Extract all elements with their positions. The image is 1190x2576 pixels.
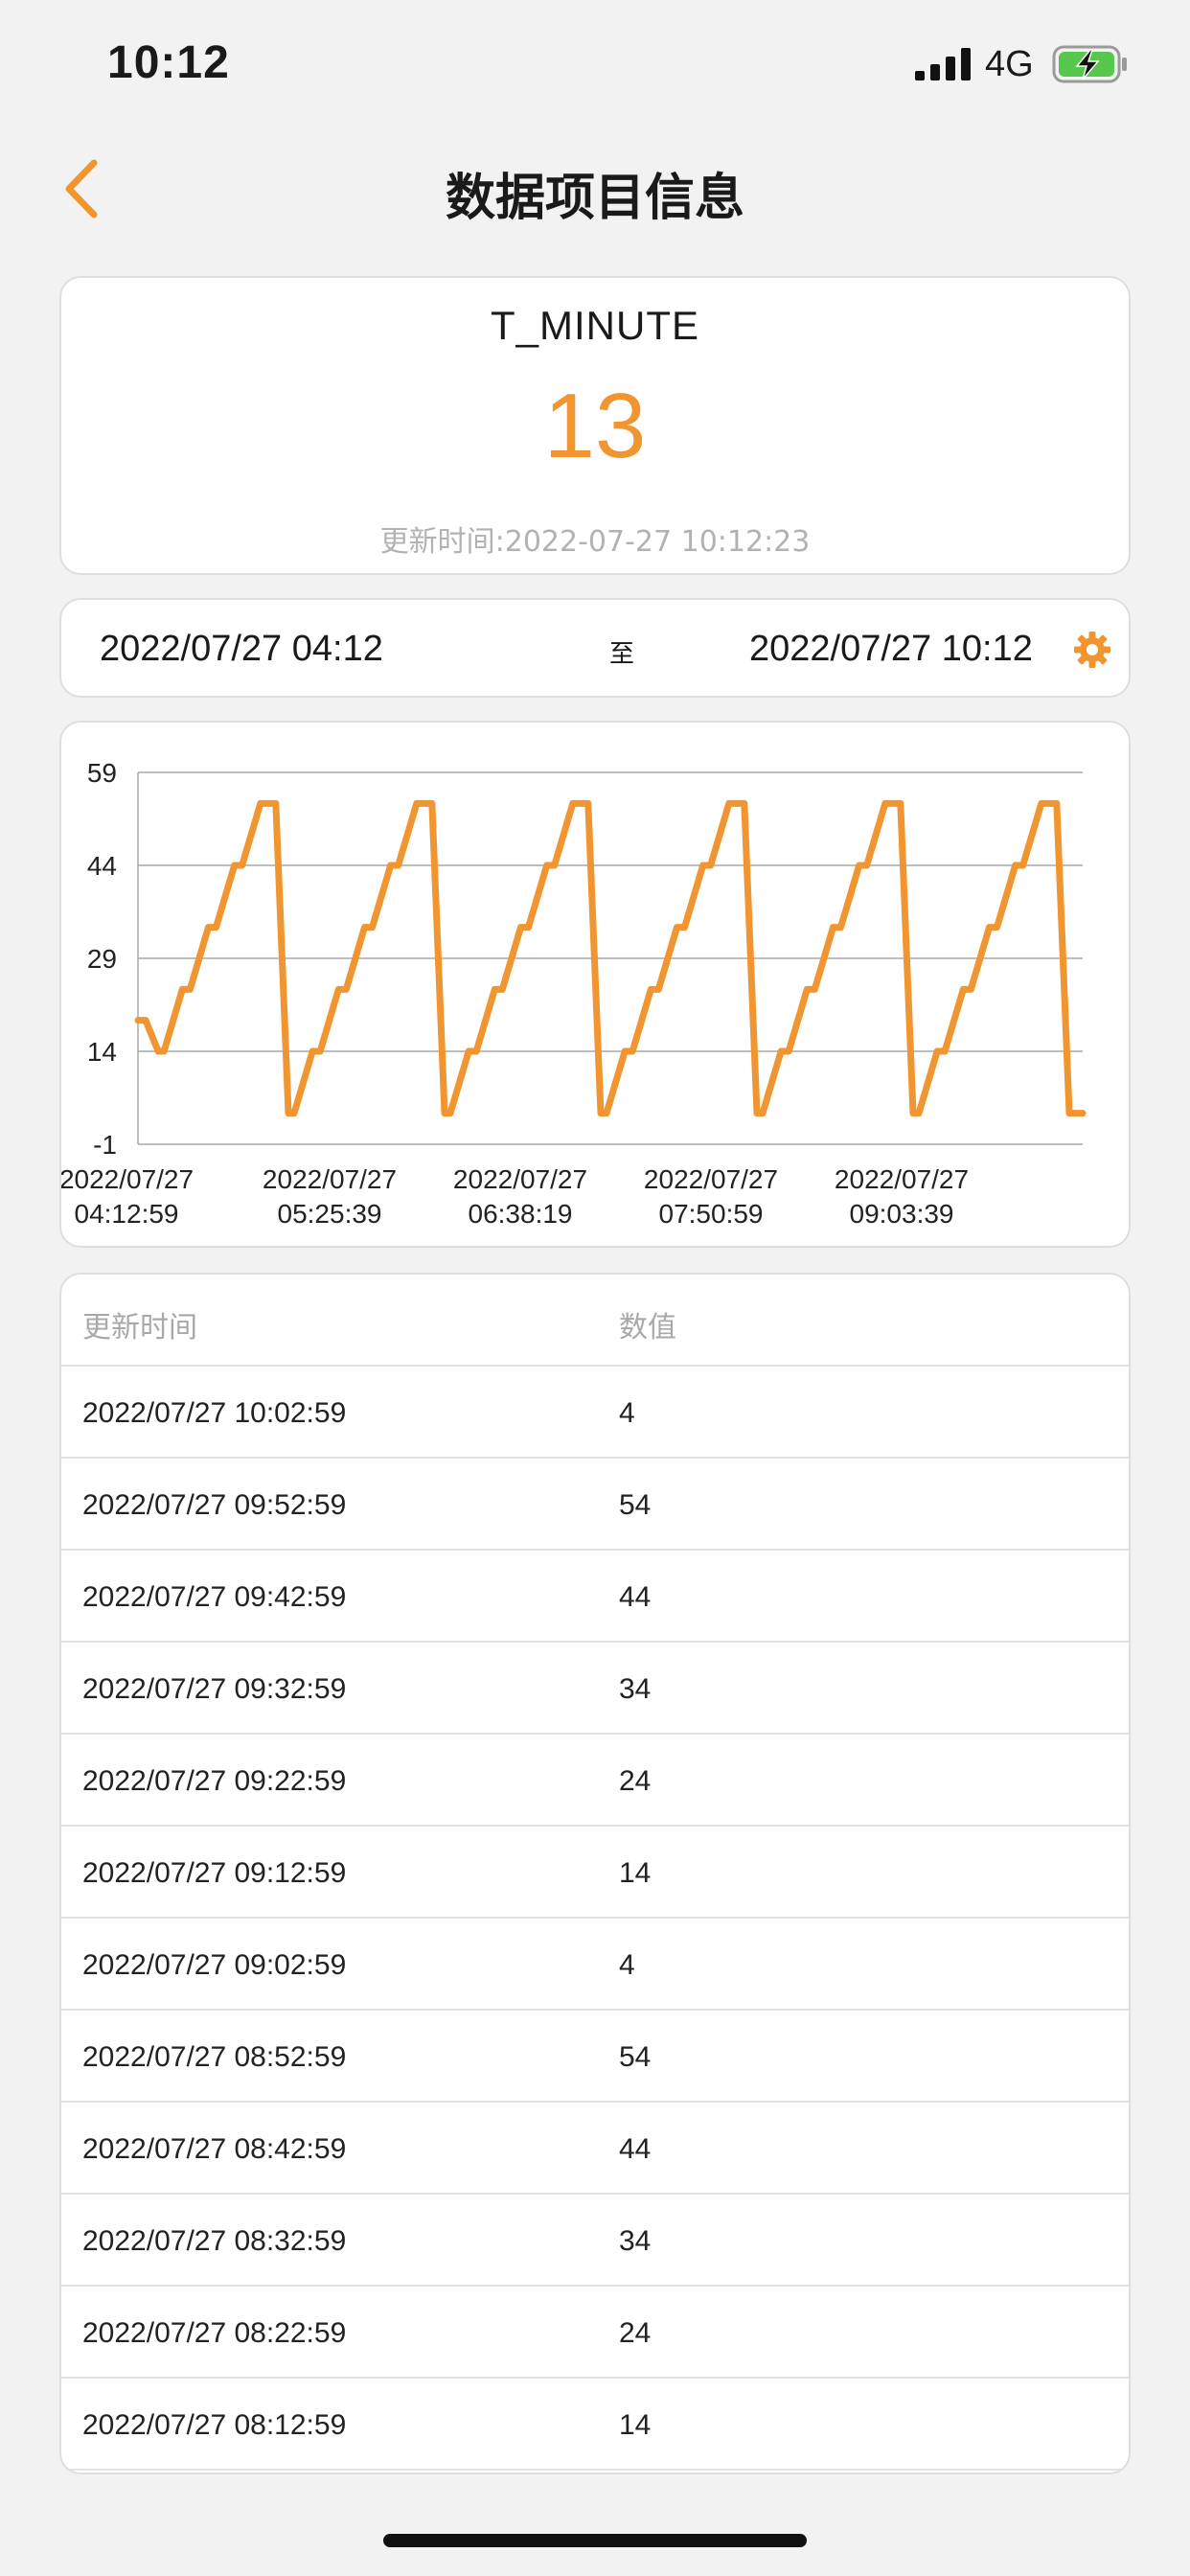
- row-value: 4: [619, 1949, 635, 1981]
- current-value-card: T_MINUTE 13 更新时间:2022-07-27 10:12:23: [59, 276, 1131, 575]
- row-value: 44: [619, 2133, 652, 2165]
- line-chart: 59 44 29 14 -1 2022/07/27 04:12:59 2022/07/27 05…: [61, 758, 1087, 1229]
- row-time: 2022/07/27 09:32:59: [82, 1673, 347, 1705]
- table-row[interactable]: 2022/07/27 09:42:59 44: [61, 1551, 1129, 1643]
- x-tick-label: 2022/07/27: [835, 1164, 969, 1194]
- x-tick-label: 2022/07/27: [453, 1164, 587, 1194]
- x-tick-label: 2022/07/27: [263, 1164, 397, 1194]
- y-tick-label: 29: [87, 944, 117, 974]
- row-value: 44: [619, 1581, 652, 1613]
- date-range-card: 2022/07/27 04:12 至 2022/07/27 10:12: [59, 598, 1131, 698]
- table-row[interactable]: 2022/07/27 08:12:59 14: [61, 2379, 1129, 2471]
- row-value: 14: [619, 1857, 652, 1889]
- status-bar: 10:12 4G: [0, 0, 1190, 126]
- table-row[interactable]: 2022/07/27 09:52:59 54: [61, 1459, 1129, 1551]
- row-time: 2022/07/27 09:02:59: [82, 1949, 347, 1981]
- page-title: 数据项目信息: [445, 170, 744, 227]
- navigation-bar: 数据项目信息: [0, 134, 1190, 240]
- x-tick-label: 05:25:39: [278, 1199, 382, 1229]
- row-time: 2022/07/27 08:42:59: [82, 2133, 347, 2165]
- table-row[interactable]: 2022/07/27 09:02:59 4: [61, 1919, 1129, 2011]
- update-time: 更新时间:2022-07-27 10:12:23: [379, 525, 811, 559]
- table-row[interactable]: 2022/07/27 09:12:59 14: [61, 1827, 1129, 1919]
- range-start-date[interactable]: 2022/07/27 04:12: [100, 629, 383, 670]
- status-time: 10:12: [107, 37, 230, 88]
- chart-card: 59 44 29 14 -1 2022/07/27 04:12:59 2022/07/27 05…: [59, 721, 1131, 1248]
- table-row[interactable]: 2022/07/27 09:32:59 34: [61, 1643, 1129, 1735]
- row-value: 34: [619, 1673, 652, 1705]
- y-tick-label: 44: [87, 851, 117, 881]
- table-header: 更新时间 数值: [61, 1275, 1129, 1367]
- x-tick-label: 09:03:39: [850, 1199, 954, 1229]
- row-value: 4: [619, 1397, 635, 1429]
- signal-icon: [915, 48, 971, 80]
- row-time: 2022/07/27 09:22:59: [82, 1765, 347, 1797]
- range-separator: 至: [609, 640, 635, 669]
- row-time: 2022/07/27 08:52:59: [82, 2041, 347, 2073]
- history-table: 更新时间 数值 2022/07/27 10:02:59 4 2022/07/27 0…: [59, 1273, 1131, 2474]
- home-indicator: [383, 2534, 807, 2547]
- row-value: 14: [619, 2409, 652, 2441]
- y-tick-label: 59: [87, 758, 117, 788]
- row-time: 2022/07/27 08:22:59: [82, 2317, 347, 2349]
- item-value: 13: [543, 375, 647, 477]
- table-row[interactable]: 2022/07/27 10:02:59 4: [61, 1367, 1129, 1459]
- y-tick-label: -1: [93, 1130, 117, 1160]
- battery-charging-icon: [1052, 45, 1127, 83]
- table-row[interactable]: 2022/07/27 08:42:59 44: [61, 2103, 1129, 2195]
- table-row[interactable]: 2022/07/27 09:22:59 24: [61, 1735, 1129, 1827]
- row-time: 2022/07/27 10:02:59: [82, 1397, 347, 1429]
- column-header-time: 更新时间: [82, 1311, 197, 1345]
- row-value: 54: [619, 2041, 652, 2073]
- x-tick-label: 07:50:59: [659, 1199, 764, 1229]
- row-time: 2022/07/27 09:42:59: [82, 1581, 347, 1613]
- row-time: 2022/07/27 08:32:59: [82, 2225, 347, 2257]
- row-value: 54: [619, 1489, 652, 1521]
- table-rows: 2022/07/27 10:02:59 4 2022/07/27 09:52:59 5…: [61, 1367, 1129, 2471]
- x-tick-label: 04:12:59: [75, 1199, 179, 1229]
- gear-icon[interactable]: [1073, 631, 1111, 669]
- y-tick-label: 14: [87, 1037, 117, 1067]
- item-name: T_MINUTE: [491, 303, 699, 348]
- table-row[interactable]: 2022/07/27 08:32:59 34: [61, 2195, 1129, 2287]
- row-value: 24: [619, 1765, 652, 1797]
- network-label: 4G: [985, 44, 1034, 84]
- row-time: 2022/07/27 09:52:59: [82, 1489, 347, 1521]
- row-time: 2022/07/27 09:12:59: [82, 1857, 347, 1889]
- x-tick-label: 2022/07/27: [61, 1164, 194, 1194]
- range-end-date[interactable]: 2022/07/27 10:12: [749, 629, 1033, 670]
- column-header-value: 数值: [619, 1311, 676, 1345]
- row-time: 2022/07/27 08:12:59: [82, 2409, 347, 2441]
- row-value: 24: [619, 2317, 652, 2349]
- table-row[interactable]: 2022/07/27 08:22:59 24: [61, 2287, 1129, 2379]
- row-value: 34: [619, 2225, 652, 2257]
- x-tick-label: 06:38:19: [469, 1199, 573, 1229]
- table-row[interactable]: 2022/07/27 08:52:59 54: [61, 2011, 1129, 2103]
- x-tick-label: 2022/07/27: [644, 1164, 778, 1194]
